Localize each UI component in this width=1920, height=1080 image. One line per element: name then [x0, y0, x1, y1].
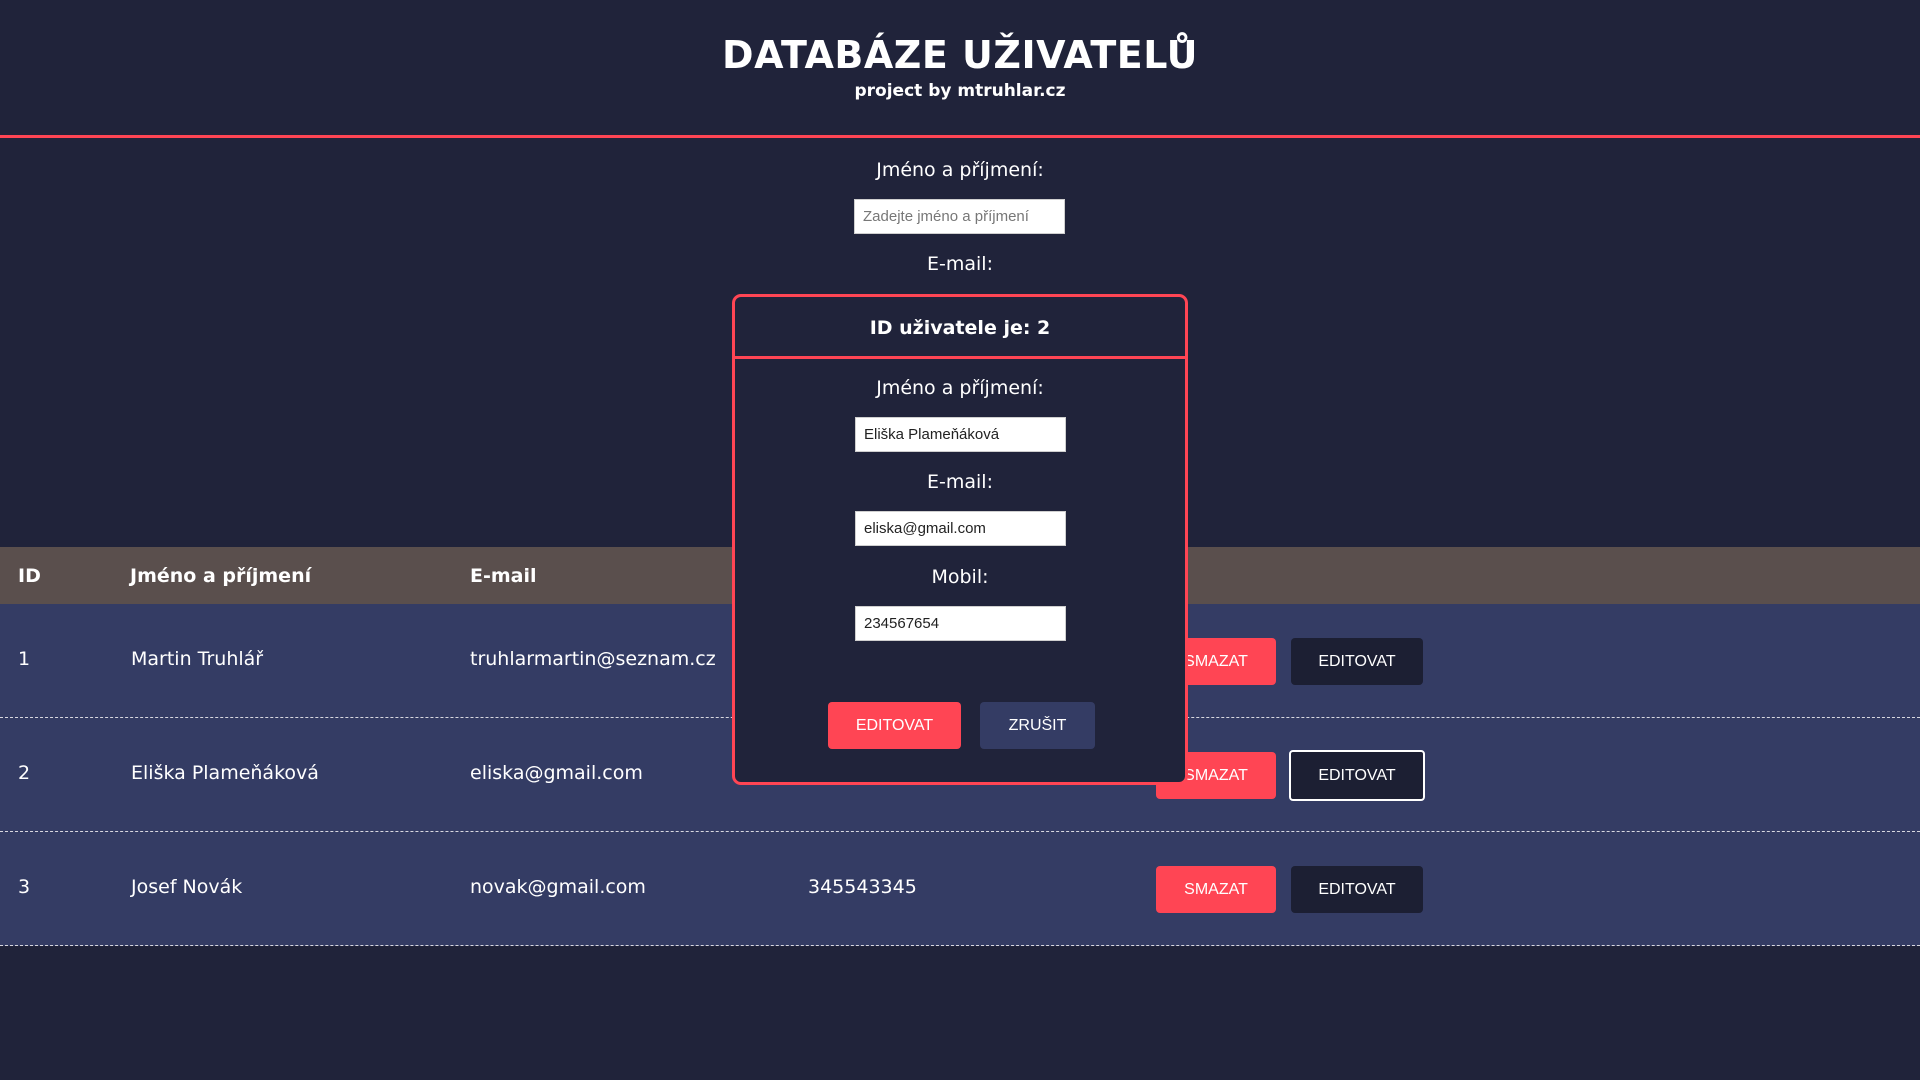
modal-cancel-button[interactable]: ZRUŠIT: [980, 702, 1095, 749]
edit-button[interactable]: EDITOVAT: [1291, 866, 1423, 913]
cell-name: Martin Truhlář: [131, 648, 264, 670]
column-header-email: E-mail: [470, 565, 537, 587]
modal-title: ID uživatele je: 2: [869, 317, 1051, 339]
cell-name: Eliška Plameňáková: [131, 762, 319, 784]
modal-phone-label: Mobil:: [931, 566, 989, 588]
cell-name: Josef Novák: [131, 876, 243, 898]
page-header: DATABÁZE UŽIVATELŮ project by mtruhlar.c…: [0, 0, 1920, 138]
modal-email-input[interactable]: [855, 511, 1066, 546]
cell-id: 1: [18, 648, 31, 670]
add-name-label: Jméno a příjmení:: [876, 159, 1044, 181]
modal-edit-button[interactable]: EDITOVAT: [828, 702, 961, 749]
edit-user-modal: ID uživatele je: 2 Jméno a příjmení: E-m…: [732, 294, 1188, 785]
modal-name-label: Jméno a příjmení:: [876, 377, 1044, 399]
cell-email: truhlarmartin@seznam.cz: [470, 648, 716, 670]
page-subtitle: project by mtruhlar.cz: [854, 81, 1066, 101]
cell-phone: 345543345: [808, 876, 917, 898]
add-email-label: E-mail:: [927, 253, 993, 275]
table-row: 3 Josef Novák novak@gmail.com 345543345 …: [0, 832, 1920, 946]
delete-button[interactable]: SMAZAT: [1156, 866, 1276, 913]
modal-name-input[interactable]: [855, 417, 1066, 452]
modal-phone-input[interactable]: [855, 606, 1066, 641]
edit-button[interactable]: EDITOVAT: [1291, 638, 1423, 685]
modal-email-label: E-mail:: [927, 471, 993, 493]
page-title: DATABÁZE UŽIVATELŮ: [722, 33, 1198, 77]
cell-email: eliska@gmail.com: [470, 762, 643, 784]
edit-button[interactable]: EDITOVAT: [1289, 750, 1425, 801]
cell-id: 3: [18, 876, 31, 898]
cell-id: 2: [18, 762, 31, 784]
add-name-input[interactable]: [854, 199, 1065, 234]
column-header-id: ID: [18, 565, 41, 587]
column-header-name: Jméno a příjmení: [130, 565, 312, 587]
modal-header: ID uživatele je: 2: [735, 297, 1185, 359]
cell-email: novak@gmail.com: [470, 876, 646, 898]
